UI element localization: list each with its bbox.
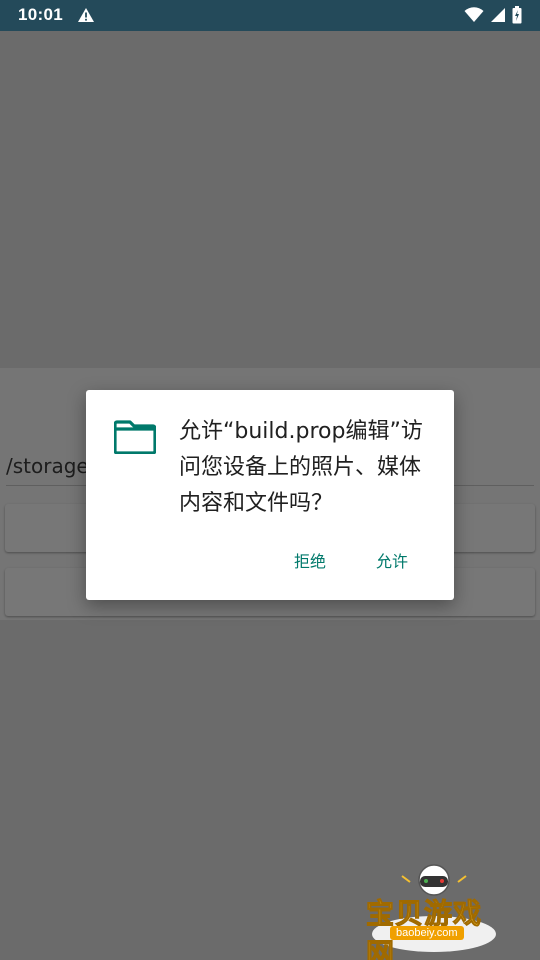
folder-icon [114,420,156,454]
watermark-url: baobeiy.com [390,926,464,940]
wifi-icon [464,7,484,22]
status-icons [464,6,522,24]
status-time: 10:01 [18,5,63,24]
battery-icon [512,6,522,24]
deny-button[interactable]: 拒绝 [294,548,326,572]
signal-icon [491,8,505,22]
permission-message: 允许“build.prop编辑”访问您设备上的照片、媒体内容和文件吗？ [179,419,423,516]
watermark: 宝贝游戏网 baobeiy.com [362,862,510,960]
app-background-top [0,31,540,368]
storage-path-text: /storage [6,454,89,478]
status-bar: 10:01 [0,0,540,31]
permission-dialog: 允许“build.prop编辑”访问您设备上的照片、媒体内容和文件吗？ 拒绝 允… [86,390,454,600]
warning-icon [78,8,94,22]
allow-button[interactable]: 允许 [376,548,408,572]
